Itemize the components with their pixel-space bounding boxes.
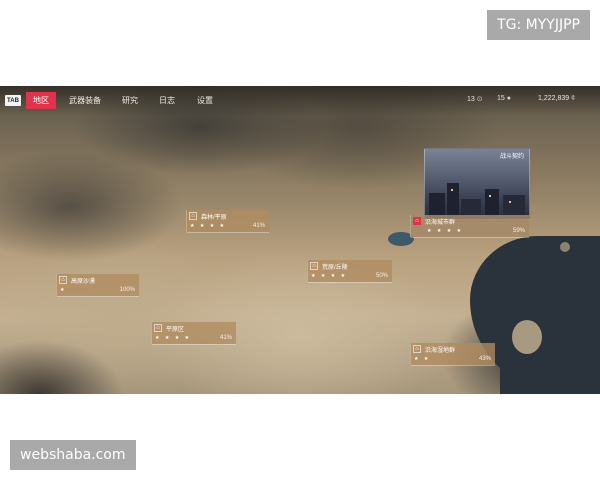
region-card-wasteland[interactable]: ⌂ 荒原/丘陵 ★ ★ ★ ★ 50% [307,260,392,283]
region-progress: 43% [478,356,491,362]
tab-log-label: 日志 [159,96,175,105]
region-card-plateau[interactable]: ⌂ 高原沙漠 ★ 100% [56,274,139,297]
region-icon: ⌂ [310,262,318,270]
region-card-coastal-city[interactable]: ⌂ 沿海城市群 ★ ★ ★ ★ 59% [410,215,529,238]
region-name: 平原区 [166,327,185,333]
region-card-coastal-wetland[interactable]: ⌂ 沿海湿地群 ★ ★ 43% [410,343,495,366]
islet [560,242,570,252]
region-card-plain[interactable]: ⌂ 平原区 ★ ★ ★ ★ 41% [151,322,236,345]
preview-title: 战斗契约 [499,154,524,160]
top-bar: TAB 地区 武器装备 研究 日志 设置 13 ⊙ 15 ● 1,222,839… [0,86,600,116]
region-icon: ⌂ [189,212,197,220]
resource-money: 1,222,839 ¢ [538,95,575,102]
card-underline [57,296,139,297]
tab-key-label: TAB [7,97,19,104]
region-name: 沿海湿地群 [425,348,456,354]
resource-money-value: 1,222,839 [538,95,570,102]
region-progress: 41% [219,335,232,341]
tab-weapons[interactable]: 武器装备 [68,92,102,109]
card-underline [308,282,392,283]
watermark-text: webshaba.com [20,447,126,463]
region-progress: 100% [119,287,135,293]
tab-settings-label: 设置 [197,96,213,105]
region-name: 森林/平原 [201,215,227,221]
island [512,320,542,354]
region-name: 高原沙漠 [71,279,96,285]
region-stars: ★ ★ [414,356,431,362]
tab-key-hint: TAB [5,95,21,106]
resource-token: 15 ● [497,95,511,102]
region-stars: ★ ★ ★ ★ [190,223,227,229]
region-card-forest[interactable]: ⌂ 森林/平原 ★ ★ ★ ★ 41% [186,210,269,233]
watermark-bottom: webshaba.com [10,440,136,470]
region-stars: ★ ★ ★ ★ [155,335,192,341]
window-light [509,201,511,203]
tab-research[interactable]: 研究 [120,92,140,109]
region-icon: ⌂ [59,276,67,284]
region-icon: ⌂ [154,324,162,332]
card-underline [152,344,236,345]
region-progress: 59% [512,228,525,234]
tab-weapons-label: 武器装备 [69,96,101,105]
region-name: 荒原/丘陵 [322,265,348,271]
watermark-text: TG: MYYJJPP [497,17,580,33]
world-map[interactable]: TAB 地区 武器装备 研究 日志 设置 13 ⊙ 15 ● 1,222,839… [0,86,600,394]
resource-token-value: 15 [497,95,505,102]
selected-region-icon: ⌂ [413,217,421,225]
region-progress: 41% [252,223,265,229]
token-icon: ● [506,95,512,102]
watermark-top: TG: MYYJJPP [487,10,590,40]
region-preview[interactable]: 战斗契约 [424,148,530,220]
region-name: 沿海城市群 [425,220,456,226]
tab-research-label: 研究 [122,96,138,105]
region-stars: ★ ★ ★ ★ [311,273,348,279]
tab-log[interactable]: 日志 [157,92,177,109]
card-underline [411,237,529,238]
region-stars: ★ [60,287,67,293]
resource-intel-value: 13 [467,95,475,103]
tab-region-label: 地区 [33,96,49,105]
cash-icon: ¢ [571,95,576,102]
tab-settings[interactable]: 设置 [195,92,215,109]
card-underline [411,365,495,366]
resource-intel: 13 ⊙ [467,95,483,104]
region-stars: ★ ★ ★ ★ [427,228,464,234]
building-silhouette [447,183,459,219]
tab-region[interactable]: 地区 [26,92,56,109]
region-icon: ⌂ [413,345,421,353]
window-light [489,195,491,197]
window-light [451,189,453,191]
region-progress: 50% [375,273,388,279]
intel-icon: ⊙ [476,96,483,103]
card-underline [187,232,269,233]
